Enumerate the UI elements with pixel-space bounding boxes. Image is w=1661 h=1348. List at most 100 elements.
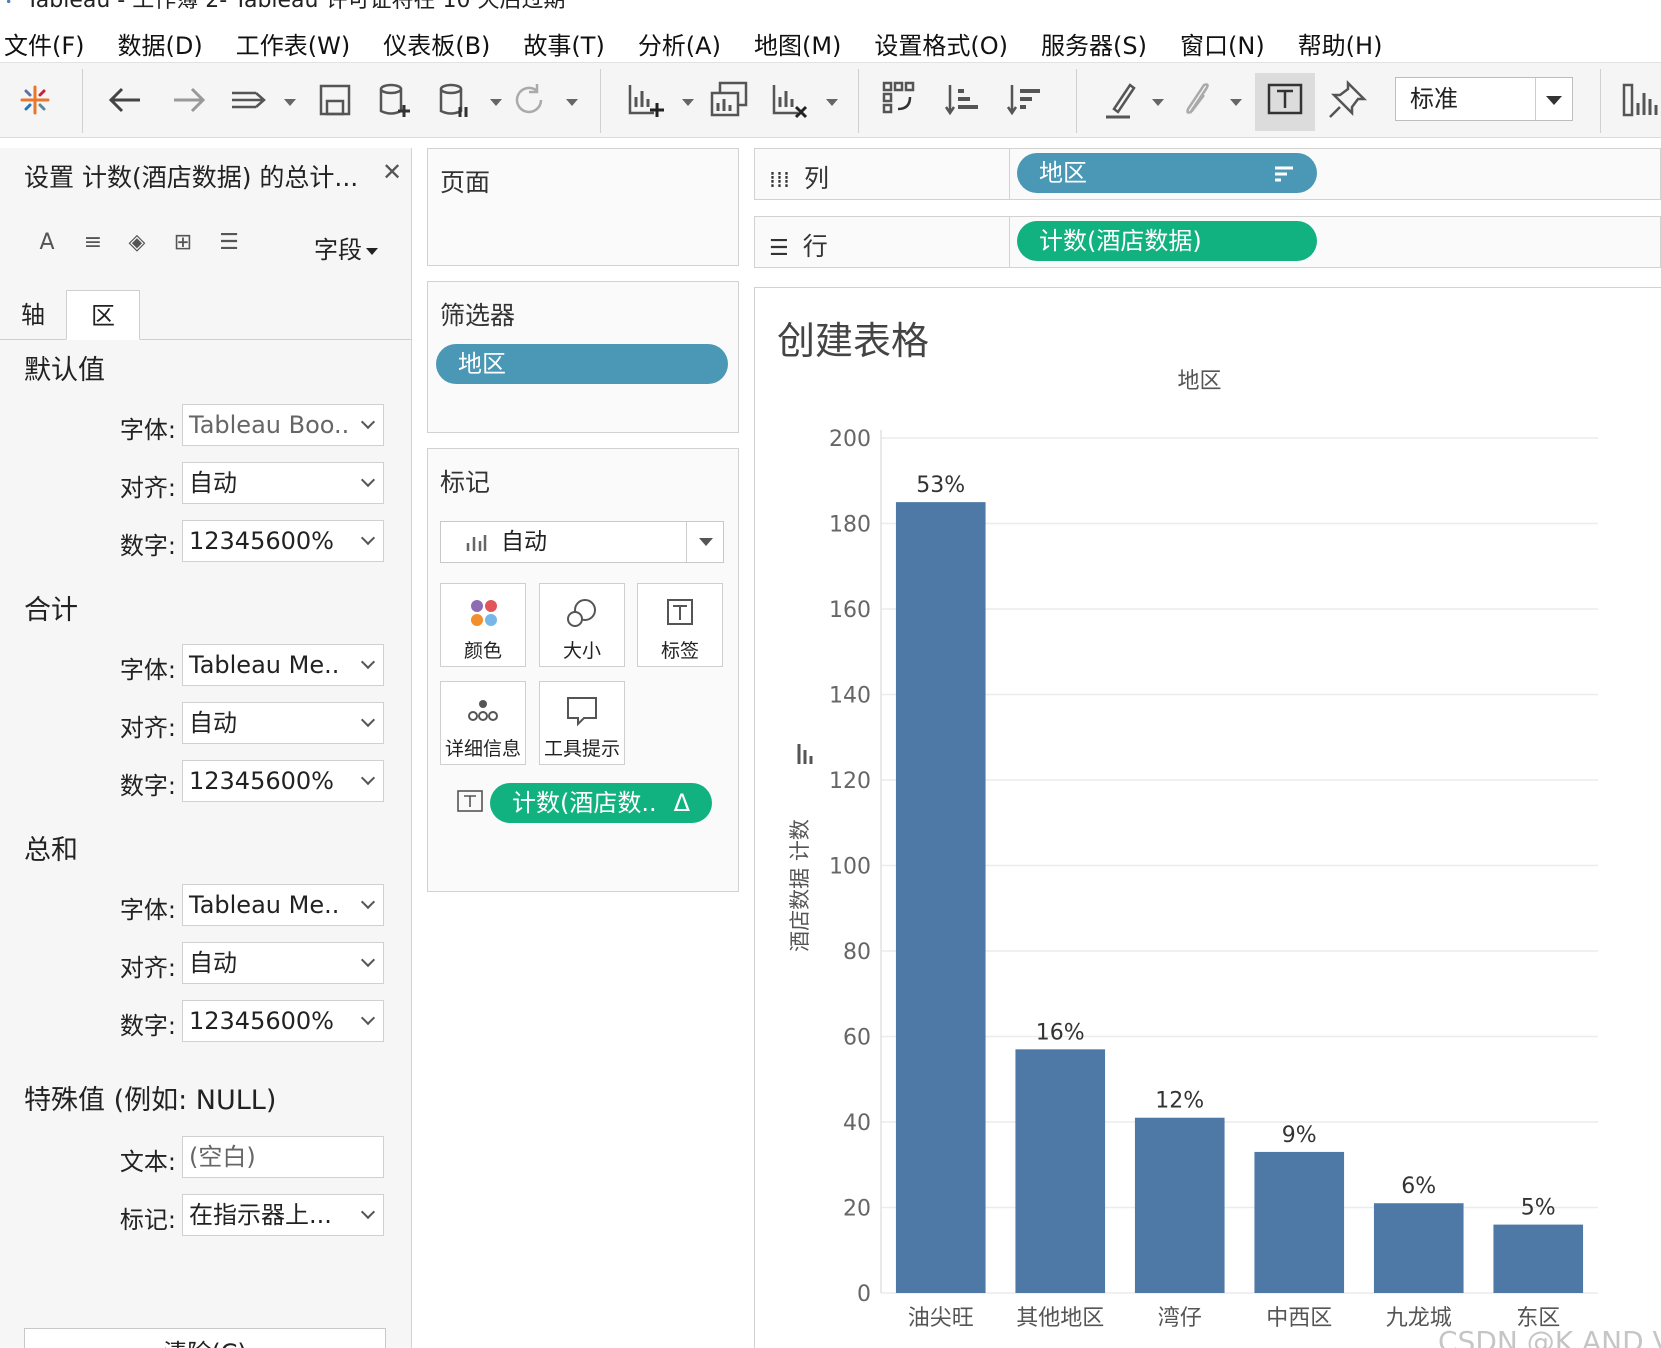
bar-chart-icon xyxy=(466,535,487,551)
clear-sheet-icon[interactable] xyxy=(768,79,810,121)
default-number-value: 12345600% xyxy=(189,527,334,555)
label-icon xyxy=(667,599,693,625)
fields-dropdown[interactable]: 字段 xyxy=(314,230,378,265)
menu-dashboard[interactable]: 仪表板(B) xyxy=(383,26,490,61)
format-shading-icon[interactable]: ◈ xyxy=(122,228,152,258)
refresh-icon[interactable] xyxy=(508,79,550,121)
show-me-icon[interactable] xyxy=(1620,79,1661,121)
pause-updates-icon[interactable] xyxy=(434,79,476,121)
grand-align-dropdown[interactable]: 自动 xyxy=(182,942,384,984)
chevron-down-icon xyxy=(360,1204,376,1220)
toolbar-separator xyxy=(1076,69,1077,133)
format-panel: 设置 计数(酒店数据) 的总计... ✕ A ≡ ◈ ⊞ ☰ 字段 轴 区 默认… xyxy=(0,148,412,1348)
menu-server[interactable]: 服务器(S) xyxy=(1041,26,1147,61)
format-font-icon[interactable]: A xyxy=(32,228,62,258)
fields-dropdown-label: 字段 xyxy=(314,236,362,264)
swap-rows-columns-icon[interactable] xyxy=(880,79,922,121)
sort-descending-icon[interactable] xyxy=(1004,79,1046,121)
grand-font-dropdown[interactable]: Tableau Me.. xyxy=(182,884,384,926)
refresh-dropdown-icon[interactable] xyxy=(566,99,578,106)
clear-button[interactable]: 清除(C) xyxy=(24,1328,386,1348)
chevron-down-icon xyxy=(360,414,376,430)
totals-align-dropdown[interactable]: 自动 xyxy=(182,702,384,744)
shelf-divider xyxy=(1009,217,1010,267)
tableau-home-icon[interactable] xyxy=(14,79,56,121)
grand-font-value: Tableau Me.. xyxy=(189,891,340,919)
group-members-dropdown-icon[interactable] xyxy=(1230,99,1242,106)
new-data-source-icon[interactable] xyxy=(374,79,416,121)
replace-data-icon[interactable] xyxy=(228,79,270,121)
pause-updates-dropdown-icon[interactable] xyxy=(490,99,502,106)
window-title-text: Tableau - 工作簿 2- Tableau 许可证将在 10 天后过期 xyxy=(26,0,566,13)
fix-axes-pin-icon[interactable] xyxy=(1326,79,1368,121)
size-label: 大小 xyxy=(562,640,601,662)
color-label: 颜色 xyxy=(463,640,502,662)
format-borders-icon[interactable]: ⊞ xyxy=(168,228,198,258)
toolbar-separator xyxy=(858,69,859,133)
filters-card: 筛选器 地区 xyxy=(427,281,739,433)
replace-data-dropdown-icon[interactable] xyxy=(284,99,296,106)
menu-map[interactable]: 地图(M) xyxy=(754,26,841,61)
menu-help[interactable]: 帮助(H) xyxy=(1298,26,1383,61)
sort-ascending-icon[interactable] xyxy=(942,79,984,121)
special-text-input[interactable]: (空白) xyxy=(182,1136,384,1178)
new-worksheet-icon[interactable] xyxy=(624,79,666,121)
align-label: 对齐: xyxy=(119,474,176,502)
filter-pill-region[interactable]: 地区 xyxy=(436,344,728,384)
menu-format[interactable]: 设置格式(O) xyxy=(874,26,1008,61)
default-number-dropdown[interactable]: 12345600% xyxy=(182,520,384,562)
toolbar-separator xyxy=(82,69,83,133)
menu-story[interactable]: 故事(T) xyxy=(523,26,604,61)
fit-select[interactable]: 标准 xyxy=(1395,77,1573,121)
size-button[interactable]: 大小 xyxy=(539,583,625,667)
totals-number-dropdown[interactable]: 12345600% xyxy=(182,760,384,802)
default-font-dropdown[interactable]: Tableau Boo.. xyxy=(182,404,384,446)
close-icon[interactable]: ✕ xyxy=(382,158,402,186)
highlight-icon[interactable] xyxy=(1100,79,1142,121)
label-button[interactable]: 标签 xyxy=(637,583,723,667)
sort-indicator-icon xyxy=(1275,166,1293,182)
label-field-pill[interactable]: 计数(酒店数.. Δ xyxy=(490,783,712,823)
font-label: 字体: xyxy=(119,896,176,924)
align-label: 对齐: xyxy=(119,954,176,982)
color-icon xyxy=(471,600,497,626)
tooltip-button[interactable]: 工具提示 xyxy=(539,681,625,765)
totals-font-row: 字体: Tableau Me.. xyxy=(0,644,412,686)
clear-sheet-dropdown-icon[interactable] xyxy=(826,99,838,106)
format-alignment-icon[interactable]: ≡ xyxy=(78,228,108,258)
detail-button[interactable]: 详细信息 xyxy=(440,681,526,765)
menu-file[interactable]: 文件(F) xyxy=(4,26,85,61)
totals-align-row: 对齐: 自动 xyxy=(0,702,412,744)
grand-number-dropdown[interactable]: 12345600% xyxy=(182,1000,384,1042)
highlight-dropdown-icon[interactable] xyxy=(1152,99,1164,106)
number-label: 数字: xyxy=(119,532,176,560)
section-special-values: 特殊值 (例如: NULL) xyxy=(24,1085,277,1116)
menu-window[interactable]: 窗口(N) xyxy=(1180,26,1265,61)
show-mark-labels-icon[interactable] xyxy=(1264,79,1306,121)
chevron-down-icon xyxy=(360,530,376,546)
mark-type-dropdown[interactable]: 自动 xyxy=(440,521,724,563)
special-marks-dropdown[interactable]: 在指示器上... xyxy=(182,1194,384,1236)
tab-axis[interactable]: 轴 xyxy=(0,290,66,340)
redo-icon[interactable] xyxy=(168,79,210,121)
totals-number-value: 12345600% xyxy=(189,767,334,795)
rows-pill-count[interactable]: 计数(酒店数据) xyxy=(1017,221,1317,261)
group-members-icon[interactable] xyxy=(1176,79,1218,121)
save-icon[interactable] xyxy=(314,79,356,121)
label-label: 标签 xyxy=(660,640,699,662)
new-worksheet-dropdown-icon[interactable] xyxy=(682,99,694,106)
bar xyxy=(1493,1224,1584,1293)
color-button[interactable]: 颜色 xyxy=(440,583,526,667)
format-lines-icon[interactable]: ☰ xyxy=(214,228,244,258)
totals-font-dropdown[interactable]: Tableau Me.. xyxy=(182,644,384,686)
default-align-dropdown[interactable]: 自动 xyxy=(182,462,384,504)
menu-worksheet[interactable]: 工作表(W) xyxy=(236,26,350,61)
duplicate-sheet-icon[interactable] xyxy=(708,79,750,121)
menu-data[interactable]: 数据(D) xyxy=(118,26,203,61)
menu-analysis[interactable]: 分析(A) xyxy=(638,26,721,61)
columns-pill-region[interactable]: 地区 xyxy=(1017,153,1317,193)
tab-pane[interactable]: 区 xyxy=(66,290,140,340)
columns-icon: ⁞⁞⁞ xyxy=(769,168,790,193)
undo-icon[interactable] xyxy=(104,79,146,121)
y-tick-label: 200 xyxy=(829,427,871,452)
